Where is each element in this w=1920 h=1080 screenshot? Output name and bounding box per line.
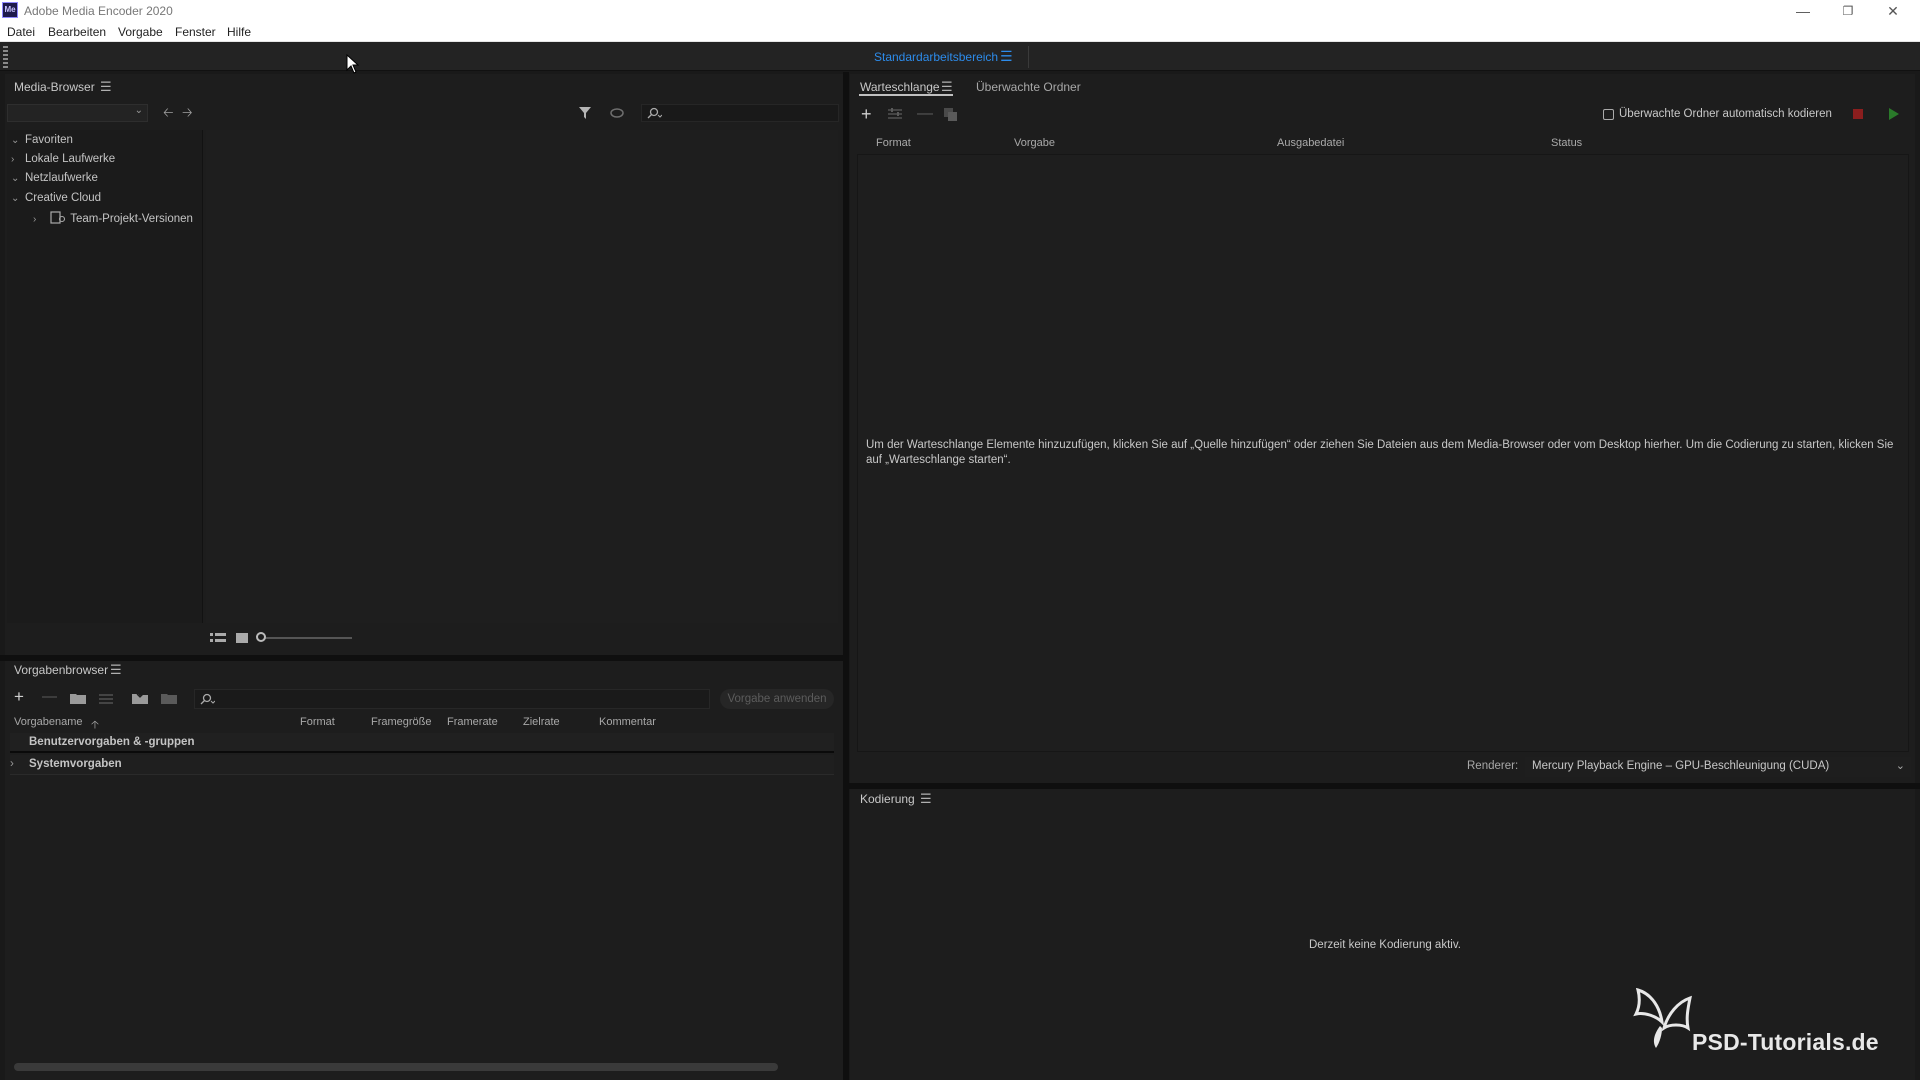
encoding-menu-icon[interactable]: ☰ <box>920 791 932 807</box>
apply-preset-button[interactable]: Vorgabe anwenden <box>720 689 834 709</box>
media-browser-content[interactable] <box>206 130 838 623</box>
media-browser-tree: ⌄ Favoriten › Lokale Laufwerke ⌄ Netzlaufwe… <box>7 130 203 623</box>
menu-bar: Datei Bearbeiten Vorgabe Fenster Hilfe <box>0 22 1920 42</box>
tab-ueberwachte-ordner[interactable]: Überwachte Ordner <box>976 80 1081 94</box>
renderer-value: Mercury Playback Engine – GPU-Beschleuni… <box>1532 760 1830 772</box>
media-browser-title[interactable]: Media-Browser <box>14 80 95 94</box>
duplicate-icon[interactable] <box>944 108 958 122</box>
column-framerate[interactable]: Framerate <box>447 716 498 728</box>
workspace-divider <box>1028 46 1029 68</box>
active-tab-indicator <box>859 94 953 96</box>
encoding-idle-message: Derzeit keine Kodierung aktiv. <box>1309 939 1461 951</box>
view-toggle-icon[interactable] <box>609 107 625 119</box>
chevron-down-icon: ⌄ <box>11 173 20 184</box>
horizontal-scrollbar[interactable] <box>14 1063 778 1071</box>
remove-preset-icon[interactable]: — <box>42 688 57 705</box>
start-queue-icon[interactable] <box>1889 108 1899 120</box>
settings-sliders-icon[interactable] <box>888 108 902 120</box>
search-icon <box>200 693 215 705</box>
tree-item-netzlaufwerke[interactable]: ⌄ Netzlaufwerke <box>11 172 98 184</box>
column-zielrate[interactable]: Zielrate <box>523 716 560 728</box>
menu-hilfe[interactable]: Hilfe <box>227 25 251 39</box>
tree-item-favoriten[interactable]: ⌄ Favoriten <box>11 134 73 146</box>
column-framegroesse[interactable]: Framegröße <box>371 716 432 728</box>
toolbar-grip[interactable] <box>3 46 8 68</box>
chevron-right-icon: › <box>11 154 15 165</box>
renderer-select[interactable]: Mercury Playback Engine – GPU-Beschleuni… <box>1525 757 1911 777</box>
preset-settings-icon[interactable] <box>99 693 113 704</box>
preset-search-input[interactable] <box>194 689 710 709</box>
workspace-menu-icon[interactable]: ☰ <box>1000 48 1013 65</box>
queue-empty-message: Um der Warteschlange Elemente hinzuzufüg… <box>866 439 1894 466</box>
workspace-bar: Standardarbeitsbereich ☰ <box>0 42 1920 71</box>
queue-menu-icon[interactable]: ☰ <box>941 79 953 95</box>
chevron-down-icon: ⌄ <box>11 193 20 204</box>
chevron-down-icon: ⌄ <box>11 135 20 146</box>
thumbnail-size-slider-handle[interactable] <box>256 632 266 642</box>
new-group-icon[interactable] <box>70 692 86 704</box>
auto-encode-checkbox[interactable] <box>1603 109 1614 120</box>
column-ausgabedatei[interactable]: Ausgabedatei <box>1277 137 1344 149</box>
preset-group-user[interactable]: Benutzervorgaben & -gruppen <box>10 733 834 753</box>
back-arrow-icon[interactable]: 🡠 <box>163 104 174 126</box>
tree-item-lokale-laufwerke[interactable]: › Lokale Laufwerke <box>11 153 115 165</box>
icon-view-icon[interactable] <box>236 632 248 644</box>
column-format[interactable]: Format <box>876 137 911 149</box>
title-bar: Me Adobe Media Encoder 2020 — ❐ ✕ <box>0 0 1920 22</box>
chevron-right-icon: › <box>10 758 14 770</box>
chevron-down-icon: ⌄ <box>134 105 143 116</box>
remove-icon[interactable]: — <box>917 105 933 123</box>
watermark-text: PSD-Tutorials.de <box>1692 1029 1879 1055</box>
auto-encode-label: Überwachte Ordner automatisch kodieren <box>1619 108 1832 120</box>
tab-warteschlange[interactable]: Warteschlange <box>860 80 940 94</box>
encoding-title[interactable]: Kodierung <box>860 792 915 806</box>
stop-queue-icon[interactable] <box>1853 109 1863 119</box>
preset-browser-title[interactable]: Vorgabenbrowser <box>14 663 108 677</box>
add-source-icon[interactable]: + <box>861 104 872 125</box>
menu-fenster[interactable]: Fenster <box>175 25 216 39</box>
preset-list-area <box>10 775 834 1072</box>
column-vorgabe[interactable]: Vorgabe <box>1014 137 1055 149</box>
filter-icon[interactable] <box>578 106 592 120</box>
import-preset-icon[interactable] <box>132 691 148 704</box>
forward-arrow-icon[interactable]: 🡢 <box>182 104 193 126</box>
export-preset-icon[interactable] <box>161 691 177 704</box>
media-browser-search-input[interactable] <box>641 104 839 122</box>
butterfly-logo-icon <box>1633 988 1692 1048</box>
media-browser-location-select[interactable]: ⌄ <box>7 104 148 122</box>
workspace-standard[interactable]: Standardarbeitsbereich <box>874 50 998 64</box>
panel-splitter[interactable] <box>843 72 849 1080</box>
team-project-icon <box>50 211 66 224</box>
preset-group-system[interactable]: › Systemvorgaben <box>10 755 834 775</box>
menu-vorgabe[interactable]: Vorgabe <box>118 25 163 39</box>
tree-item-creative-cloud[interactable]: ⌄ Creative Cloud <box>11 192 101 204</box>
menu-bearbeiten[interactable]: Bearbeiten <box>48 25 106 39</box>
column-format-preset[interactable]: Format <box>300 716 335 728</box>
search-icon <box>647 107 662 119</box>
preset-browser-menu-icon[interactable]: ☰ <box>110 662 122 678</box>
close-icon[interactable]: ✕ <box>1878 2 1908 20</box>
new-preset-icon[interactable]: + <box>14 687 24 707</box>
menu-datei[interactable]: Datei <box>7 25 35 39</box>
thumbnail-size-slider-track[interactable] <box>262 637 352 639</box>
column-kommentar[interactable]: Kommentar <box>599 716 656 728</box>
chevron-down-icon: ⌄ <box>1895 760 1905 772</box>
renderer-label: Renderer: <box>1467 760 1519 772</box>
column-status[interactable]: Status <box>1551 137 1582 149</box>
tree-item-team-projekt-versionen[interactable]: › Team-Projekt-Versionen <box>33 211 193 225</box>
chevron-right-icon: › <box>33 214 37 225</box>
app-icon: Me <box>2 2 18 18</box>
restore-icon[interactable]: ❐ <box>1833 2 1863 20</box>
list-view-icon[interactable] <box>210 632 226 644</box>
media-browser-menu-icon[interactable]: ☰ <box>100 79 112 95</box>
minimize-icon[interactable]: — <box>1788 2 1818 20</box>
window-title: Adobe Media Encoder 2020 <box>24 4 173 18</box>
column-vorgabename[interactable]: Vorgabename <box>14 716 83 728</box>
mouse-cursor-icon <box>346 54 360 74</box>
